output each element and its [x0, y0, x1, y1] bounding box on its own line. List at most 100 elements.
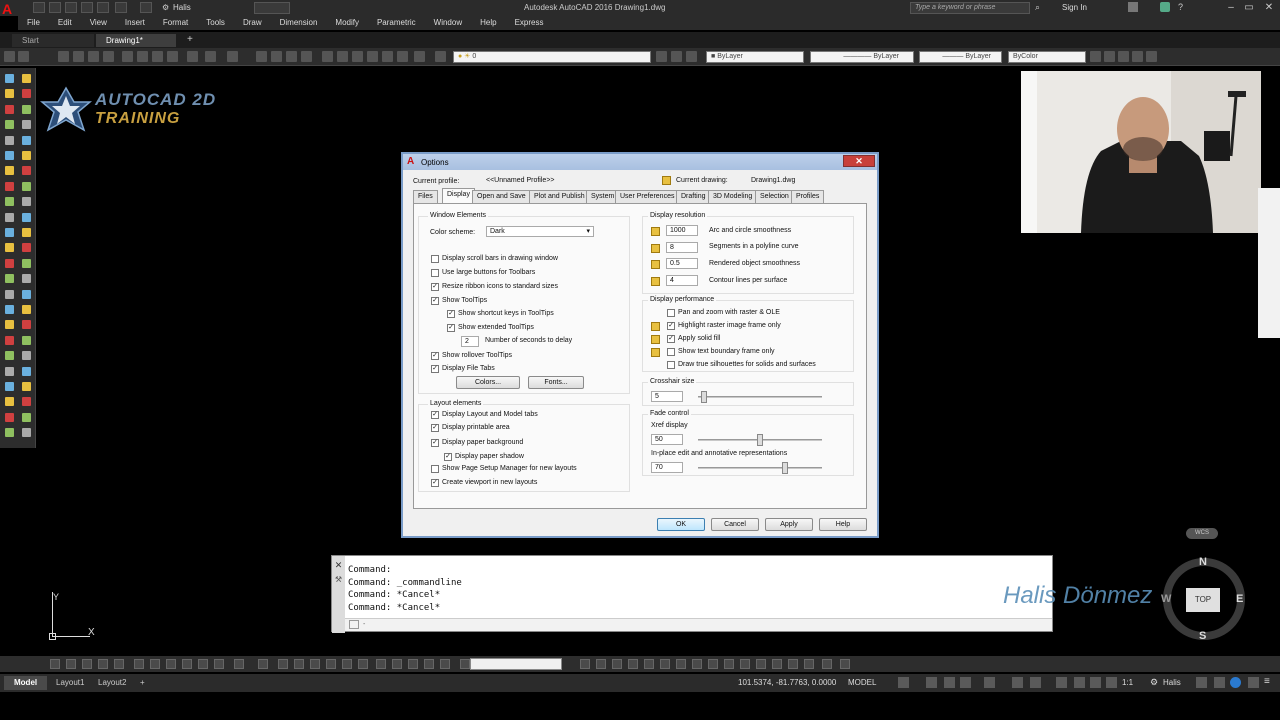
tool-icon[interactable] [5, 366, 14, 376]
undo-icon[interactable] [205, 51, 216, 62]
wcs-menu[interactable]: WCS [1186, 528, 1218, 539]
tool-icon[interactable] [22, 120, 31, 130]
menu-window[interactable]: Window [425, 16, 471, 30]
compass-west[interactable]: W [1161, 593, 1171, 605]
help-button[interactable]: Help [819, 518, 867, 531]
checkbox-apply-solid-fill[interactable]: ✓ [667, 335, 675, 343]
menu-file[interactable]: File [18, 16, 49, 30]
tab-start[interactable]: Start [12, 34, 94, 47]
menu-dimension[interactable]: Dimension [271, 16, 327, 30]
close-icon[interactable]: ✕ [332, 560, 345, 571]
tool-icon[interactable] [22, 166, 31, 176]
design-center-icon[interactable] [337, 51, 348, 62]
tab-profiles[interactable]: Profiles [791, 190, 825, 203]
toolbar-icon[interactable] [612, 659, 622, 669]
customization-menu-icon[interactable]: ≡ [1264, 676, 1270, 687]
copy-icon[interactable] [137, 51, 148, 62]
tool-icon[interactable] [5, 397, 14, 407]
checkbox-paper-background[interactable]: ✓ [431, 439, 439, 447]
tab-files[interactable]: Files [413, 190, 438, 203]
tool-icon[interactable] [22, 135, 31, 145]
toolbar-icon[interactable] [234, 659, 244, 669]
viewcube-top-face[interactable]: TOP [1186, 588, 1220, 612]
add-layout-button[interactable]: + [130, 676, 155, 690]
tool-icon[interactable] [5, 351, 14, 361]
tool-icon[interactable] [5, 104, 14, 114]
inplace-slider-track[interactable] [698, 467, 822, 469]
plot-icon[interactable] [73, 51, 84, 62]
grid-icon[interactable] [898, 677, 909, 688]
toolbar-icon[interactable] [772, 659, 782, 669]
rendered-smoothness-input[interactable]: 0.5 [666, 258, 698, 269]
help-icon[interactable]: ? [1178, 2, 1183, 12]
tool-icon[interactable] [22, 212, 31, 222]
minimize-button[interactable]: – [1224, 1, 1238, 14]
auto-scale-icon[interactable] [1090, 677, 1101, 688]
tool-icon[interactable] [22, 151, 31, 160]
gear-icon[interactable]: ⚙ [162, 3, 169, 12]
fonts-button[interactable]: Fonts... [528, 376, 584, 389]
compass-south[interactable]: S [1199, 630, 1206, 642]
table-icon[interactable] [1132, 51, 1143, 62]
toolbar-icon[interactable] [310, 659, 320, 669]
checkbox-resize-ribbon[interactable]: ✓ [431, 283, 439, 291]
toolbar-icon[interactable] [182, 659, 192, 669]
new-icon[interactable] [33, 2, 45, 13]
tab-display[interactable]: Display [442, 188, 475, 203]
toolbar-icon[interactable] [166, 659, 176, 669]
checkbox-large-buttons[interactable] [431, 269, 439, 277]
menu-modify[interactable]: Modify [326, 16, 368, 30]
toolbar-icon[interactable] [258, 659, 268, 669]
toolbar-icon[interactable] [98, 659, 108, 669]
open-icon[interactable] [49, 2, 61, 13]
tool-icon[interactable] [5, 320, 14, 330]
toolbar-icon[interactable] [408, 659, 418, 669]
plot-style-dropdown[interactable]: ByColor [1008, 51, 1086, 63]
menu-express[interactable]: Express [506, 16, 553, 30]
tool-icon[interactable] [22, 89, 31, 99]
tool-icon[interactable] [5, 428, 14, 438]
open-icon[interactable] [18, 51, 29, 62]
menu-view[interactable]: View [81, 16, 116, 30]
toolbar-icon[interactable] [756, 659, 766, 669]
toolbar-icon[interactable] [342, 659, 352, 669]
tool-icon[interactable] [22, 382, 31, 391]
tool-icon[interactable] [5, 166, 14, 176]
tool-icon[interactable] [5, 228, 14, 237]
dialog-close-button[interactable]: ✕ [843, 155, 875, 167]
toolbar-icon[interactable] [724, 659, 734, 669]
tool-palettes-icon[interactable] [352, 51, 363, 62]
layer-states-icon[interactable] [686, 51, 697, 62]
tab-model[interactable]: Model [4, 676, 48, 690]
isodraft-icon[interactable] [984, 677, 995, 688]
checkbox-layout-model-tabs[interactable]: ✓ [431, 411, 439, 419]
save-as-icon[interactable] [81, 2, 93, 13]
toolbar-icon[interactable] [198, 659, 208, 669]
tool-icon[interactable] [5, 382, 14, 391]
save-icon[interactable] [58, 51, 69, 62]
make-current-layer-icon[interactable] [656, 51, 667, 62]
toolbar-icon[interactable] [66, 659, 76, 669]
tool-icon[interactable] [22, 289, 31, 299]
tool-icon[interactable] [5, 243, 14, 253]
block-editor-icon[interactable] [187, 51, 198, 62]
tab-drawing1[interactable]: Drawing1* [96, 34, 176, 47]
menu-insert[interactable]: Insert [116, 16, 154, 30]
workspace-dropdown[interactable]: Halis [173, 3, 191, 12]
toolbar-icon[interactable] [596, 659, 606, 669]
toolbar-icon[interactable] [392, 659, 402, 669]
paste-icon[interactable] [152, 51, 163, 62]
tab-plot-and-publish[interactable]: Plot and Publish [529, 190, 590, 203]
hidden-side-panel[interactable] [1258, 188, 1280, 338]
model-space-toggle[interactable]: MODEL [848, 678, 876, 687]
transparency-icon[interactable] [1056, 677, 1067, 688]
toolbar-icon[interactable] [740, 659, 750, 669]
tool-icon[interactable] [5, 151, 14, 160]
menu-edit[interactable]: Edit [49, 16, 81, 30]
apply-button[interactable]: Apply [765, 518, 813, 531]
command-input[interactable]: - [345, 618, 1052, 631]
tool-icon[interactable] [5, 197, 14, 207]
tool-icon[interactable] [22, 335, 31, 345]
checkbox-printable-area[interactable]: ✓ [431, 424, 439, 432]
clean-screen-icon[interactable] [1248, 677, 1259, 688]
